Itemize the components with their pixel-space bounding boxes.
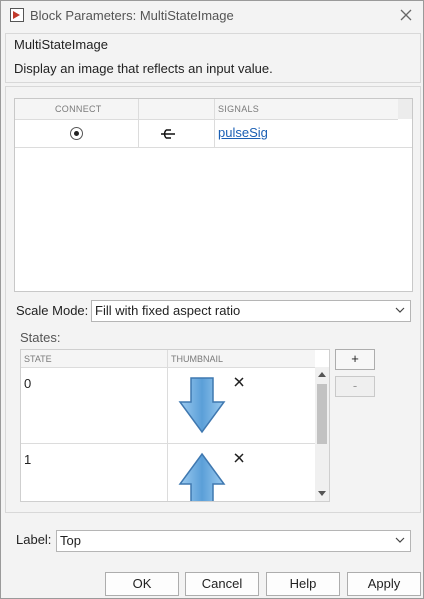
column-divider: [214, 99, 215, 119]
connect-radio[interactable]: [70, 127, 83, 140]
parameters-panel: CONNECT SIGNALS pulseSig Scale Mode: Fil…: [5, 86, 421, 552]
state-row[interactable]: 0: [21, 368, 315, 444]
title-bar: Block Parameters: MultiStateImage: [1, 1, 423, 31]
state-row[interactable]: 1: [21, 444, 315, 502]
scroll-up-icon[interactable]: [318, 371, 326, 377]
scale-mode-dropdown[interactable]: Fill with fixed aspect ratio: [91, 300, 411, 322]
column-divider: [167, 444, 168, 501]
column-divider: [138, 99, 139, 119]
scale-mode-value: Fill with fixed aspect ratio: [95, 303, 241, 318]
chevron-down-icon: [395, 537, 405, 543]
down-arrow-icon[interactable]: [178, 376, 226, 434]
label-field-label: Label:: [16, 532, 52, 547]
block-name: MultiStateImage: [14, 37, 108, 52]
state-value[interactable]: 0: [24, 376, 31, 391]
column-header-connect: CONNECT: [55, 104, 102, 114]
help-button[interactable]: Help: [266, 572, 340, 596]
block-parameters-dialog: Block Parameters: MultiStateImage MultiS…: [0, 0, 424, 599]
states-table-header: STATE THUMBNAIL: [21, 350, 315, 368]
state-value[interactable]: 1: [24, 452, 31, 467]
column-divider: [214, 120, 215, 147]
states-label: States:: [20, 330, 61, 345]
signals-table: CONNECT SIGNALS pulseSig: [14, 98, 413, 292]
close-icon[interactable]: [398, 7, 414, 23]
apply-button[interactable]: Apply: [347, 572, 421, 596]
column-header-thumbnail: THUMBNAIL: [171, 354, 224, 364]
scale-mode-label: Scale Mode:: [16, 303, 89, 318]
chevron-down-icon: [395, 307, 405, 313]
scroll-down-icon[interactable]: [318, 491, 326, 497]
cancel-button[interactable]: Cancel: [185, 572, 259, 596]
description-group: MultiStateImage Display an image that re…: [5, 33, 421, 83]
column-divider: [167, 368, 168, 443]
scroll-thumb[interactable]: [317, 384, 327, 444]
column-divider: [138, 120, 139, 147]
label-value: Top: [60, 533, 81, 548]
signal-port-icon: [161, 129, 175, 139]
remove-thumbnail-icon[interactable]: [233, 376, 245, 388]
ok-button[interactable]: OK: [105, 572, 179, 596]
column-header-signals: SIGNALS: [218, 104, 260, 114]
block-parameters-icon: [10, 8, 24, 22]
block-description: Display an image that reflects an input …: [14, 61, 273, 76]
remove-state-button[interactable]: -: [335, 376, 375, 397]
states-table: STATE THUMBNAIL 0 1: [20, 349, 330, 502]
column-header-state: STATE: [24, 354, 52, 364]
signal-link[interactable]: pulseSig: [218, 125, 268, 140]
table-row[interactable]: pulseSig: [15, 120, 412, 148]
column-divider: [167, 350, 168, 367]
remove-thumbnail-icon[interactable]: [233, 452, 245, 464]
add-state-button[interactable]: +: [335, 349, 375, 370]
states-scrollbar[interactable]: [315, 367, 329, 501]
signals-table-header: CONNECT SIGNALS: [15, 99, 398, 120]
label-dropdown[interactable]: Top: [56, 530, 411, 552]
window-title: Block Parameters: MultiStateImage: [30, 8, 234, 23]
up-arrow-icon[interactable]: [178, 452, 226, 502]
table-scrollbar-corner: [398, 99, 412, 119]
